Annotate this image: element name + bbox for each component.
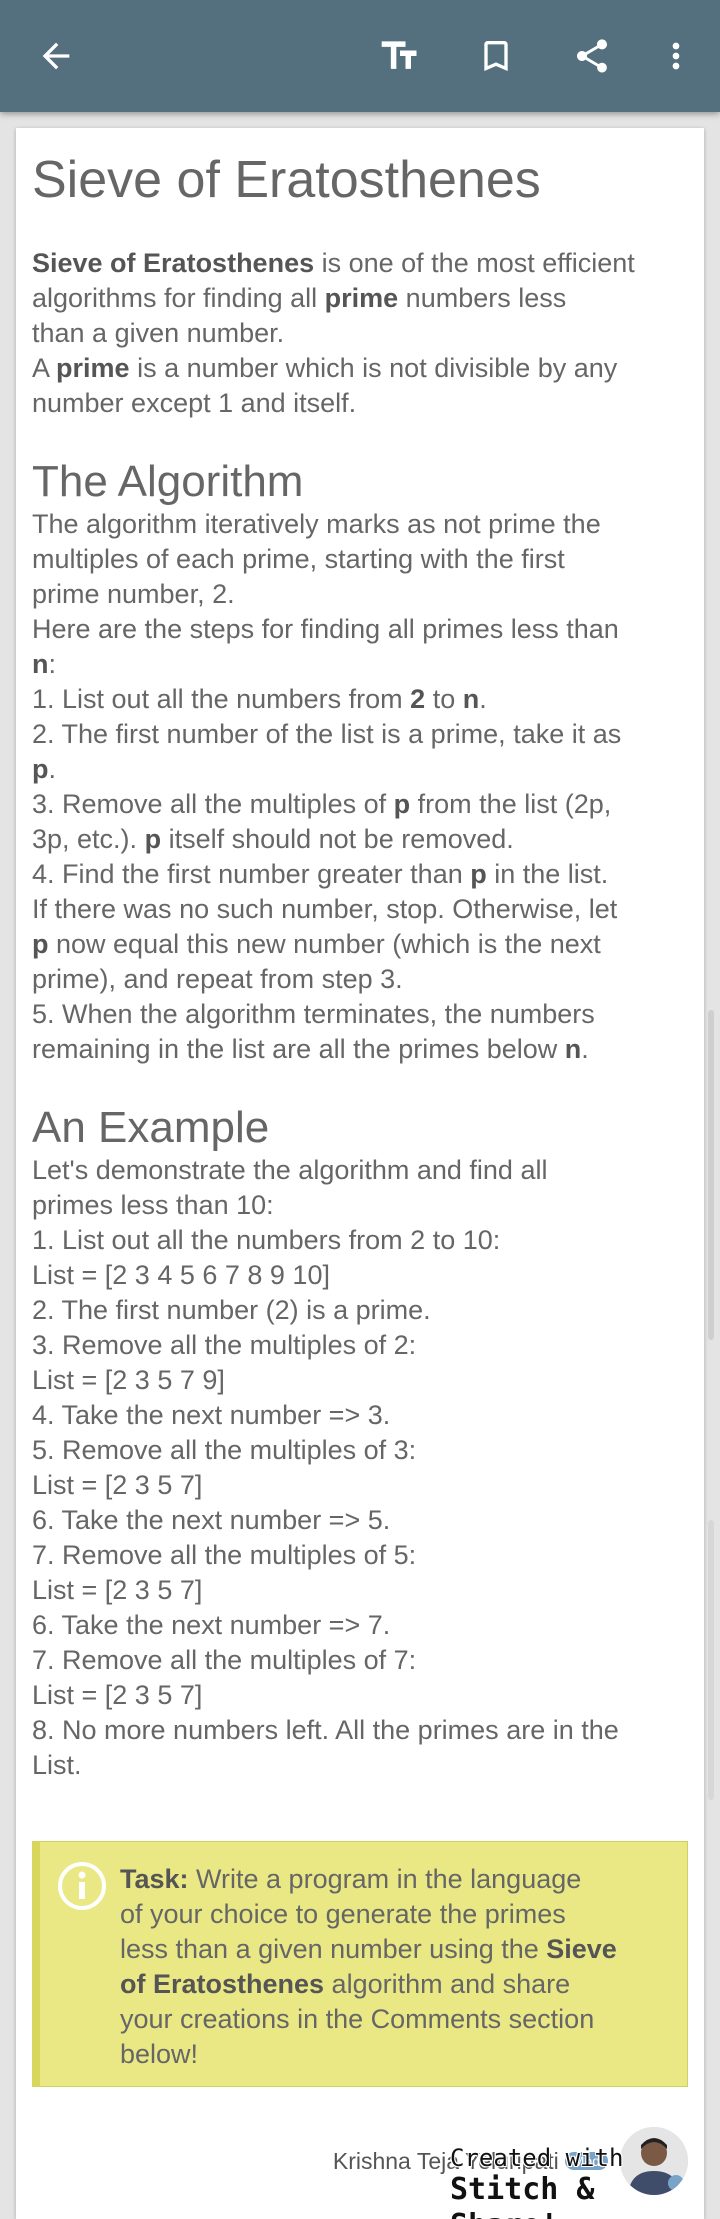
example-line: 2. The first number (2) is a prime. <box>32 1295 431 1325</box>
text: 3. Remove all the multiples of <box>32 789 394 819</box>
scrollbar-thumb[interactable] <box>708 1010 714 1340</box>
algorithm-paragraph: The algorithm iteratively marks as not p… <box>32 507 692 1067</box>
bookmark-button[interactable] <box>464 24 528 88</box>
section-heading-algorithm: The Algorithm <box>32 457 304 506</box>
text: . <box>581 1034 589 1064</box>
bold-text: p <box>470 859 487 889</box>
example-paragraph: Let's demonstrate the algorithm and find… <box>32 1153 692 1783</box>
bold-text: of Eratosthenes <box>120 1969 325 1999</box>
task-text: Task: Write a program in the language of… <box>120 1862 660 2072</box>
example-line: List = [2 3 4 5 6 7 8 9 10] <box>32 1260 330 1290</box>
text: less than a given number using the <box>120 1934 547 1964</box>
app-toolbar <box>0 0 720 112</box>
example-line: List = [2 3 5 7 9] <box>32 1365 225 1395</box>
text: prime), and repeat from step 3. <box>32 964 403 994</box>
info-icon <box>58 1862 106 1910</box>
text: algorithm and share <box>324 1969 571 1999</box>
example-line: List. <box>32 1750 82 1780</box>
text: than a given number. <box>32 318 285 348</box>
example-line: 5. Remove all the multiples of 3: <box>32 1435 417 1465</box>
text-size-button[interactable] <box>368 24 432 88</box>
text: If there was no such number, stop. Other… <box>32 894 618 924</box>
page-title: Sieve of Eratosthenes <box>32 151 541 209</box>
article-content: Sieve of Eratosthenes Sieve of Eratosthe… <box>32 128 692 1783</box>
text: Here are the steps for finding all prime… <box>32 614 619 644</box>
text: numbers less <box>398 283 567 313</box>
text: . <box>48 754 57 784</box>
text: number except 1 and itself. <box>32 388 357 418</box>
example-line: 1. List out all the numbers from 2 to 10… <box>32 1225 501 1255</box>
bold-text: 2 <box>410 684 426 714</box>
section-heading-example: An Example <box>32 1103 270 1152</box>
example-line: primes less than 10: <box>32 1190 274 1220</box>
task-callout: Task: Write a program in the language of… <box>32 1841 688 2087</box>
article-card: Sieve of Eratosthenes Sieve of Eratosthe… <box>16 128 704 2219</box>
watermark-line2: Stitch & Share! <box>450 2172 595 2219</box>
example-line: 3. Remove all the multiples of 2: <box>32 1330 417 1360</box>
example-line: 7. Remove all the multiples of 5: <box>32 1540 417 1570</box>
text: 4. Find the first number greater than <box>32 859 471 889</box>
bold-text: p <box>32 754 49 784</box>
text: algorithms for finding all <box>32 283 325 313</box>
text: to <box>425 684 463 714</box>
text-size-icon <box>381 41 417 69</box>
bold-text: p <box>144 824 162 854</box>
scrollbar-track-mark <box>708 1520 714 1800</box>
text: from the list (2p, <box>410 789 612 819</box>
back-button[interactable] <box>24 24 88 88</box>
bold-text: p <box>32 929 49 959</box>
text: of your choice to generate the primes <box>120 1899 566 1929</box>
example-line: List = [2 3 5 7] <box>32 1470 203 1500</box>
watermark: Created with Stitch & Share! <box>450 2144 720 2219</box>
text: is one of the most efficient <box>314 248 635 278</box>
text: below! <box>120 2039 199 2069</box>
text: Write a program in the language <box>188 1864 582 1894</box>
text: multiples of each prime, starting with t… <box>32 544 565 574</box>
bold-text: n <box>462 684 480 714</box>
example-line: 4. Take the next number => 3. <box>32 1400 391 1430</box>
more-options-button[interactable] <box>644 24 708 88</box>
text: prime number, 2. <box>32 579 235 609</box>
text: The algorithm iteratively marks as not p… <box>32 509 601 539</box>
text: in the list. <box>486 859 609 889</box>
text: 3p, etc.). <box>32 824 145 854</box>
bold-text: prime <box>56 353 130 383</box>
text: your creations in the Comments section <box>120 2004 595 2034</box>
example-line: 8. No more numbers left. All the primes … <box>32 1715 619 1745</box>
intro-paragraph: Sieve of Eratosthenes is one of the most… <box>32 246 692 421</box>
example-line: Let's demonstrate the algorithm and find… <box>32 1155 548 1185</box>
text: A <box>32 353 57 383</box>
more-vert-icon <box>672 42 680 70</box>
bookmark-icon <box>484 41 508 71</box>
bold-text: Sieve of Eratosthenes <box>32 248 315 278</box>
text: . <box>479 684 487 714</box>
text: 1. List out all the numbers from <box>32 684 411 714</box>
watermark-line1: Created with <box>450 2144 624 2172</box>
example-line: List = [2 3 5 7] <box>32 1575 203 1605</box>
bold-text: n <box>32 649 49 679</box>
task-label: Task: <box>120 1864 189 1894</box>
example-line: 7. Remove all the multiples of 7: <box>32 1645 417 1675</box>
text: : <box>48 649 57 679</box>
share-icon <box>577 39 607 73</box>
bold-text: Sieve <box>546 1934 617 1964</box>
text: 2. The first number of the list is a pri… <box>32 719 622 749</box>
share-button[interactable] <box>560 24 624 88</box>
example-line: 6. Take the next number => 5. <box>32 1505 391 1535</box>
example-line: List = [2 3 5 7] <box>32 1680 203 1710</box>
text: remaining in the list are all the primes… <box>32 1034 565 1064</box>
text: 5. When the algorithm terminates, the nu… <box>32 999 595 1029</box>
arrow-left-icon <box>42 42 70 70</box>
text: now equal this new number (which is the … <box>48 929 601 959</box>
bold-text: prime <box>324 283 399 313</box>
text: is a number which is not divisible by an… <box>129 353 618 383</box>
bold-text: p <box>393 789 411 819</box>
example-line: 6. Take the next number => 7. <box>32 1610 391 1640</box>
text: itself should not be removed. <box>161 824 514 854</box>
bold-text: n <box>564 1034 582 1064</box>
